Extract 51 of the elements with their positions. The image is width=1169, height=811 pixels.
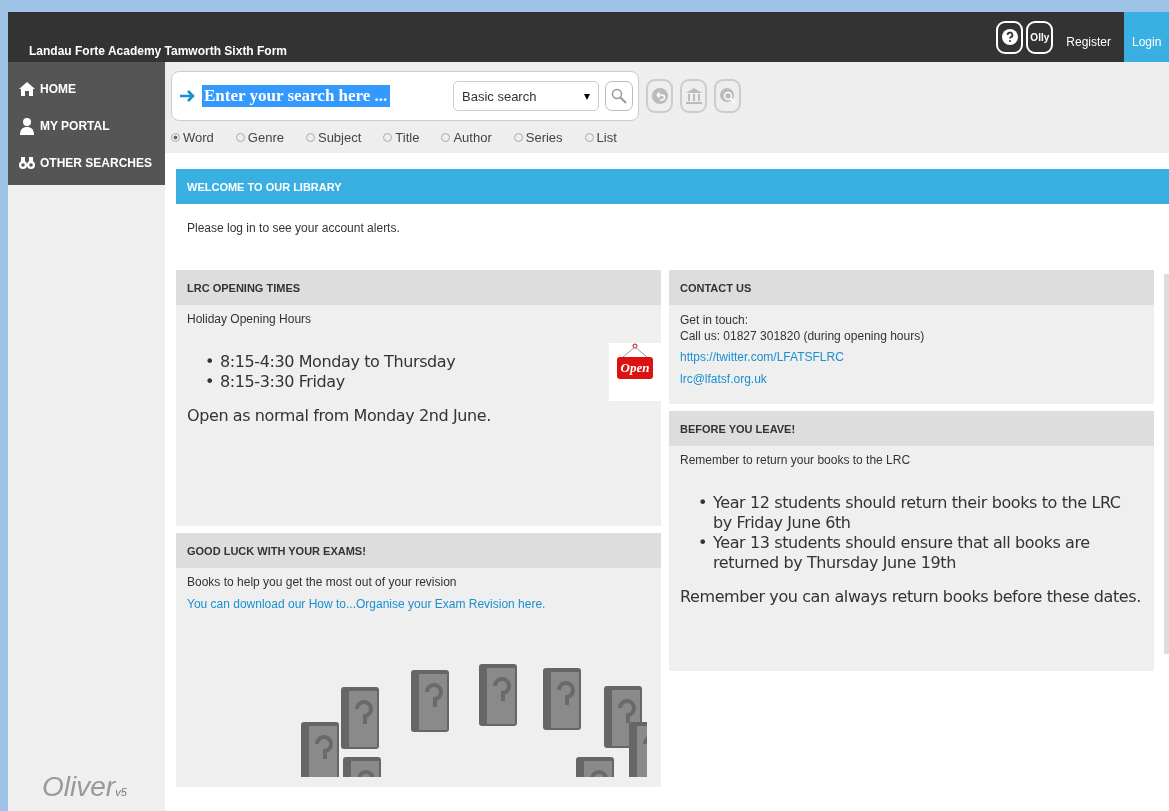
library-button[interactable]	[680, 79, 707, 113]
panel-note: Open as normal from Monday 2nd June.	[187, 406, 492, 425]
olly-button[interactable]: Olly	[1026, 20, 1054, 54]
bullet: •	[698, 493, 709, 513]
binoculars-icon	[19, 155, 35, 170]
help-icon	[1001, 29, 1018, 45]
search-scope-radio[interactable]: Title	[383, 130, 420, 145]
bullet: •	[698, 533, 709, 553]
panel-title: CONTACT US	[680, 281, 752, 294]
search-button[interactable]	[605, 81, 633, 111]
panel-title: LRC OPENING TIMES	[187, 281, 301, 294]
open-sign-drawing: Open	[609, 343, 661, 401]
arrow-icon	[180, 90, 196, 102]
panel-title: BEFORE YOU LEAVE!	[680, 422, 796, 435]
panel-title: GOOD LUCK WITH YOUR EXAMS!	[187, 544, 366, 557]
panel-text: Remember to return your books to the LRC	[680, 453, 912, 467]
search-scope-radio[interactable]: Word	[171, 130, 214, 145]
panel-text: Call us: 01827 301820 (during opening hours)	[680, 328, 926, 344]
list-item: Year 13 students should ensure that all books are returned by Thursday June 19th	[713, 533, 1091, 573]
search-icon	[611, 88, 627, 104]
home-icon	[19, 80, 35, 97]
panel-text: Books to help you get the most out of your revision	[187, 575, 458, 589]
nav-item[interactable]: HOME	[8, 70, 165, 107]
back-icon	[650, 87, 669, 105]
search-scope-radio[interactable]: Series	[513, 130, 563, 145]
oliver-logo: Oliverv5	[41, 771, 128, 804]
bullet: •	[205, 372, 216, 392]
search-type-dropdown[interactable]: Basic search ▾	[453, 81, 599, 111]
panel-text: Get in touch:	[680, 312, 750, 328]
account-message: Please log in to see your account alerts.	[187, 221, 401, 235]
search-scope-radio[interactable]: Genre	[235, 130, 284, 145]
site-title: Landau Forte Academy Tamworth Sixth Form	[28, 44, 288, 60]
welcome-title: WELCOME TO OUR LIBRARY	[187, 180, 342, 193]
register-link[interactable]: Register	[1056, 25, 1121, 49]
globe-search-icon	[718, 87, 737, 105]
back-button[interactable]	[646, 79, 673, 113]
list-item: Year 12 students should return their books to the LRC by Friday June 6th	[713, 493, 1122, 533]
nav-item[interactable]: MY PORTAL	[8, 107, 165, 144]
library-icon	[684, 87, 703, 105]
nav-item[interactable]: OTHER SEARCHES	[8, 144, 165, 181]
globe-search-button[interactable]	[714, 79, 741, 113]
panel-text: Holiday Opening Hours	[187, 312, 313, 326]
list-item: 8:15-3:30 Friday	[220, 372, 345, 392]
help-button[interactable]	[996, 20, 1024, 54]
search-scope-radio[interactable]: Author	[441, 130, 492, 145]
bullet: •	[205, 352, 216, 372]
search-scope-radio[interactable]: Subject	[305, 130, 362, 145]
panel-note: Remember you can always return books before these dates.	[680, 587, 1142, 606]
person-icon	[19, 116, 35, 135]
list-item: 8:15-4:30 Monday to Thursday	[220, 352, 456, 372]
search-scope-radio[interactable]: List	[584, 130, 617, 145]
